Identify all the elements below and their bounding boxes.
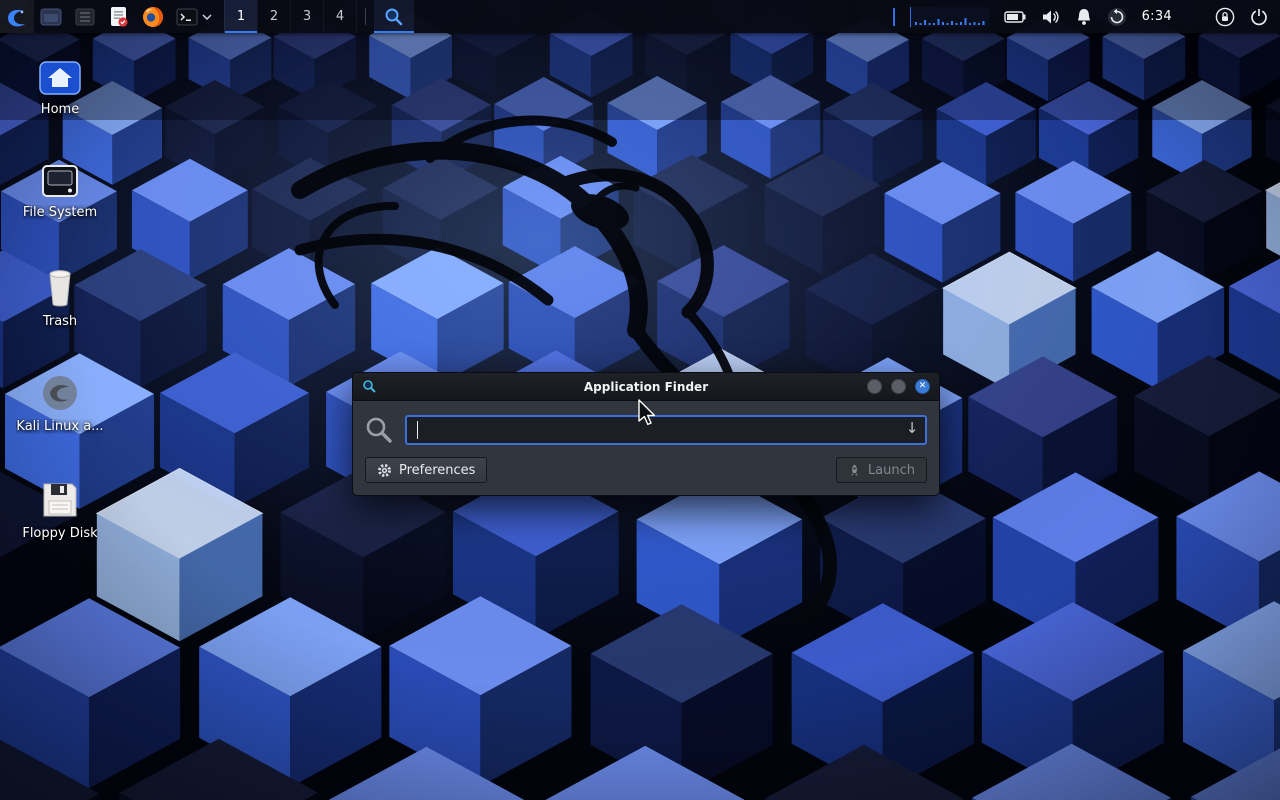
search-icon — [365, 416, 393, 444]
volume-icon[interactable] — [1041, 9, 1061, 25]
desktop-icon-filesystem[interactable]: File System — [8, 163, 112, 220]
window-search-icon — [362, 379, 377, 394]
launch-rocket-icon — [848, 464, 861, 477]
kali-menu-icon[interactable] — [0, 0, 34, 33]
tray-accent-line — [893, 8, 895, 26]
text-editor-icon[interactable] — [102, 0, 136, 33]
desktop-icon-label: Trash — [43, 314, 77, 329]
desktop-icon-home[interactable]: Home — [8, 58, 112, 117]
text-caret — [417, 421, 418, 439]
gear-icon — [377, 463, 392, 478]
workspace-4[interactable]: 4 — [323, 0, 357, 33]
application-finder-window: Application Finder ✕ ↓ — [352, 372, 940, 496]
system-tray: 6:34 — [893, 0, 1280, 33]
launch-button[interactable]: Launch — [836, 457, 927, 483]
minimize-icon[interactable] — [867, 379, 882, 394]
desktop-icon-trash[interactable]: Trash — [8, 268, 112, 329]
panel-separator — [365, 8, 366, 25]
update-icon[interactable] — [1107, 7, 1127, 27]
terminal-icon[interactable] — [170, 0, 204, 33]
files-icon[interactable] — [68, 0, 102, 33]
close-icon[interactable]: ✕ — [915, 379, 930, 394]
desktop-icon-label: Floppy Disk — [22, 526, 97, 541]
workspace-2[interactable]: 2 — [257, 0, 290, 33]
firefox-icon[interactable] — [136, 0, 170, 33]
desktop-icon-label: Home — [41, 102, 79, 117]
file-manager-icon[interactable] — [34, 0, 68, 33]
bell-icon[interactable] — [1076, 8, 1092, 26]
panel-spacer — [414, 0, 893, 33]
logout-icon[interactable] — [1250, 8, 1268, 26]
desktop-icon-label: File System — [23, 205, 97, 220]
window-title: Application Finder — [353, 380, 939, 394]
maximize-icon[interactable] — [891, 379, 906, 394]
trash-icon — [42, 268, 78, 308]
workspace-switcher: 1 2 3 4 — [224, 0, 357, 33]
clock[interactable]: 6:34 — [1142, 9, 1172, 24]
floppy-icon — [40, 480, 80, 520]
home-icon — [38, 58, 82, 96]
finder-body: ↓ Preferences Launch — [353, 401, 939, 495]
taskbar-application-finder[interactable] — [374, 0, 414, 33]
launch-label: Launch — [868, 463, 915, 478]
history-dropdown-icon[interactable]: ↓ — [904, 419, 920, 437]
cpu-graph[interactable] — [910, 7, 989, 27]
desktop-icon-label: Kali Linux a... — [16, 419, 103, 434]
search-input[interactable] — [405, 415, 927, 445]
battery-icon[interactable] — [1004, 11, 1026, 23]
search-window-icon — [384, 7, 404, 27]
filesystem-icon — [40, 163, 80, 199]
desktop-icon-floppy[interactable]: Floppy Disk — [8, 480, 112, 541]
titlebar[interactable]: Application Finder ✕ — [353, 373, 939, 401]
kali-docs-icon — [40, 373, 80, 413]
chevron-down-icon[interactable] — [200, 0, 214, 33]
lock-icon[interactable] — [1215, 7, 1235, 27]
preferences-label: Preferences — [399, 463, 475, 478]
desktop-icon-kali-docs[interactable]: Kali Linux a... — [8, 373, 112, 434]
top-panel: 1 2 3 4 — [0, 0, 1280, 33]
workspace-1[interactable]: 1 — [224, 0, 257, 33]
preferences-button[interactable]: Preferences — [365, 457, 487, 483]
workspace-3[interactable]: 3 — [290, 0, 323, 33]
window-controls: ✕ — [867, 379, 930, 394]
